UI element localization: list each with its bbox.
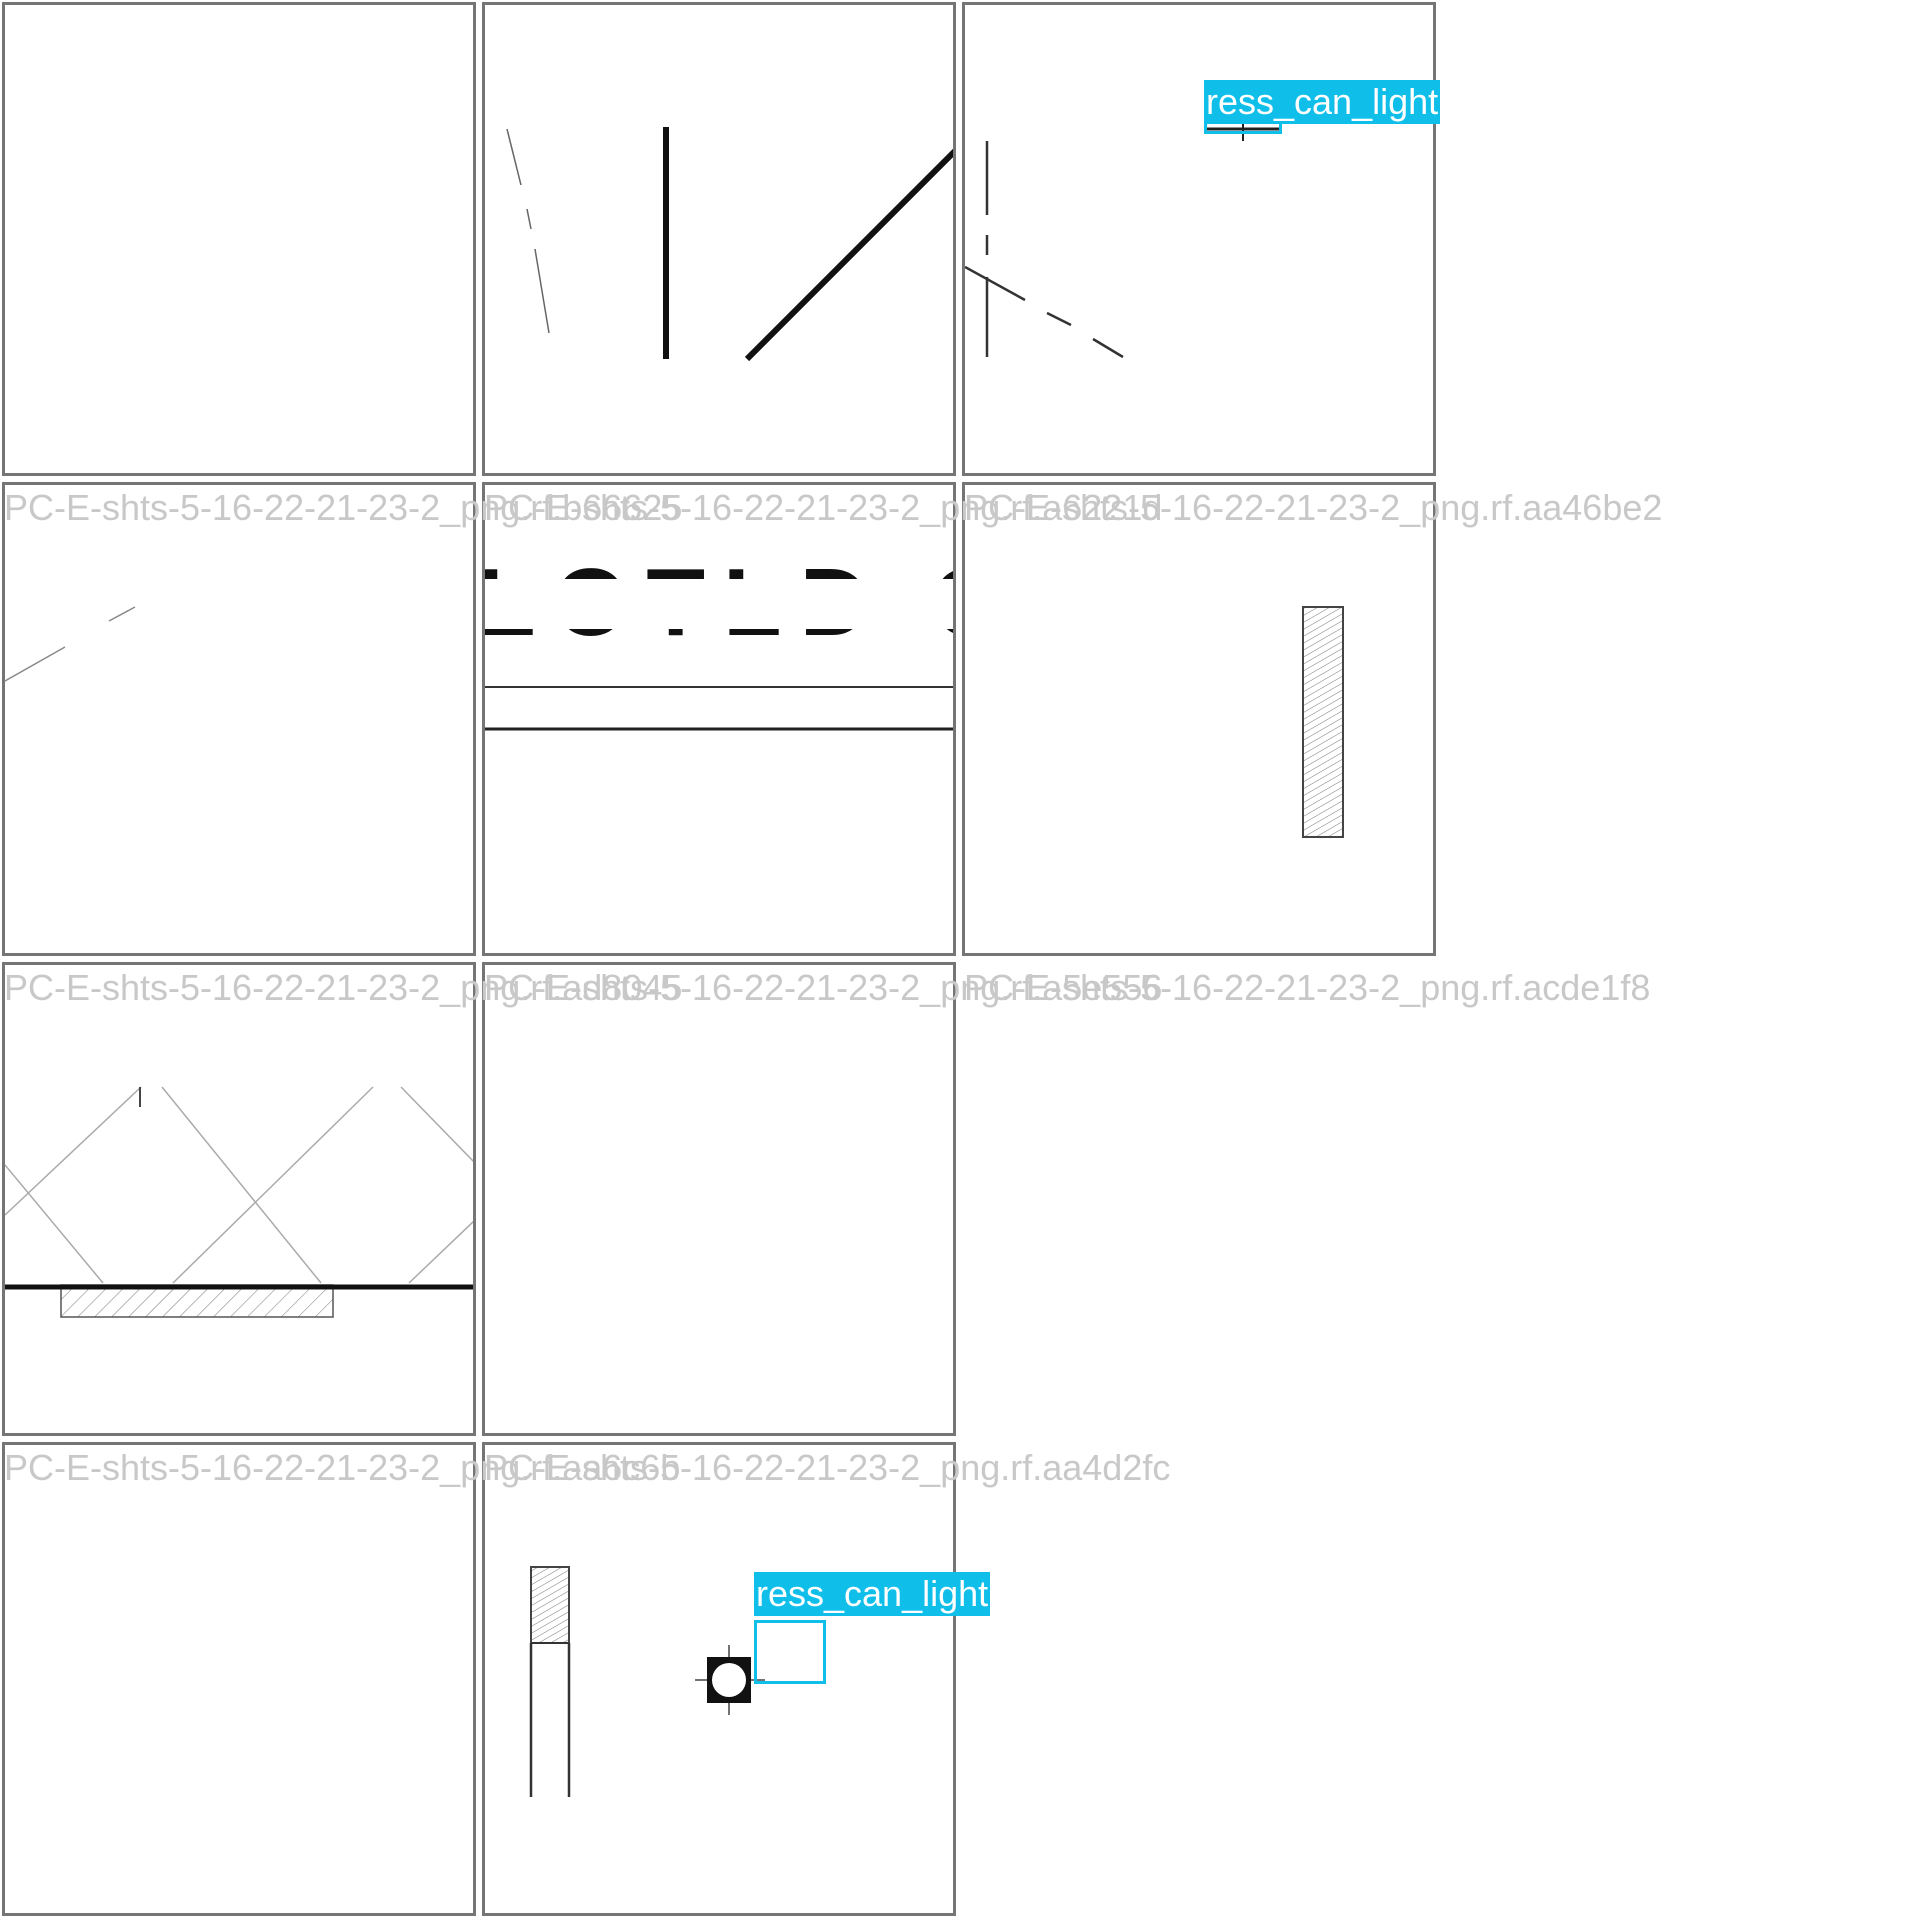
drawing-fragment [506,127,953,362]
tile-5: LOTLD OL [482,482,956,956]
tile-caption: PC-E-shts-5-16-22-21-23-2_png.rf.aa4d2fc [484,1447,1171,1488]
tile-1 [2,2,476,476]
tile-8 [482,962,956,1436]
tile-caption: PC-E-shts-5-16-22-21-23-2_png.rf.aa46be2 [964,487,1663,528]
drawing-fragment: LOTLD OL [485,549,953,731]
tile-6 [962,482,1436,956]
tile-2 [482,2,956,476]
tile-caption: PC-E-shts-5-16-22-21-23-2_png.rf.acde1f8 [964,967,1651,1008]
drawing-fragment [965,115,1281,359]
tile-10 [482,1442,956,1916]
detection-label: ress_can_light [754,1572,991,1616]
tile-9 [2,1442,476,1916]
tile-7 [2,962,476,1436]
tile-3 [962,2,1436,476]
detection-label: ress_can_light [1204,80,1441,124]
drawing-fragment [1302,606,1344,838]
tile-4 [2,482,476,956]
detection-box [754,1620,826,1684]
drawing-fragment [5,1086,473,1318]
drawing-fragment [5,606,136,682]
drawing-fragment [529,1566,765,1797]
